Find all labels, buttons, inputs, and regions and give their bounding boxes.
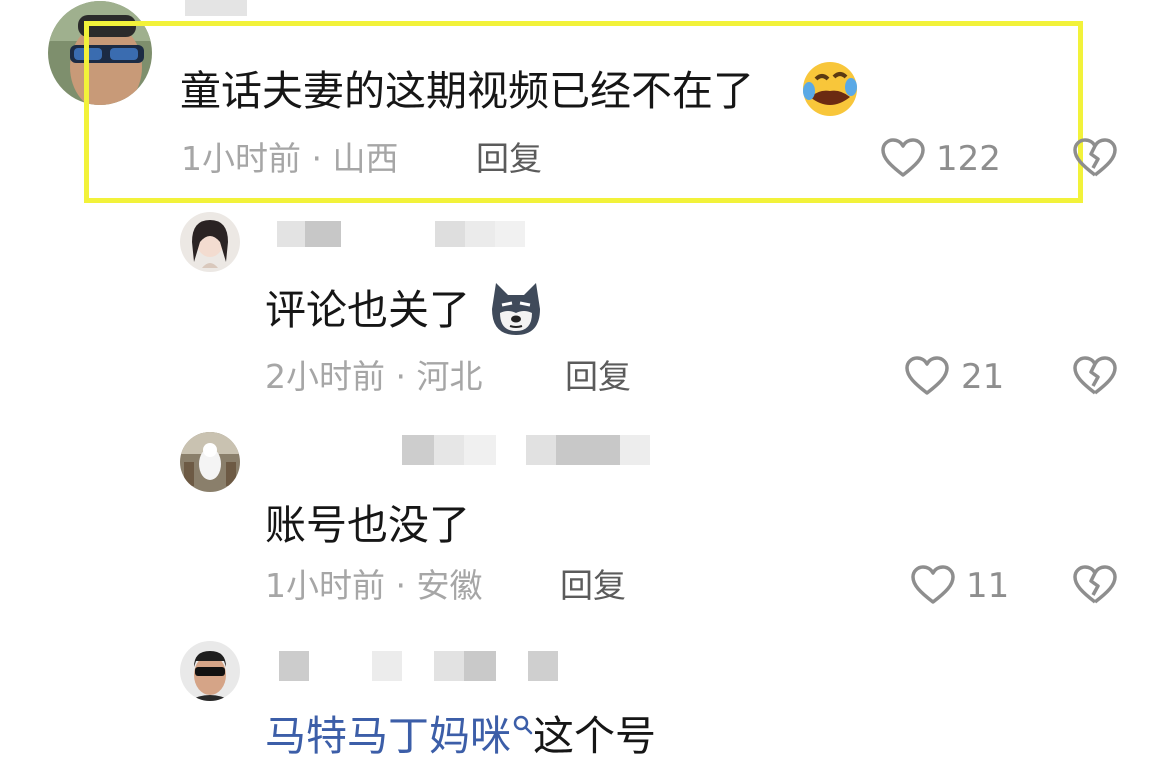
like-count: 21 xyxy=(961,357,1005,397)
username-blur xyxy=(495,221,525,247)
username-blur xyxy=(277,221,305,247)
avatar-commenter-4[interactable] xyxy=(180,641,240,701)
broken-heart-icon[interactable] xyxy=(1072,137,1118,179)
avatar-commenter-2[interactable] xyxy=(180,212,240,272)
like-count: 122 xyxy=(936,139,1001,179)
heart-icon[interactable] xyxy=(880,137,926,179)
username-blur xyxy=(435,221,465,247)
comment-meta: 1小时前 · 安徽 xyxy=(265,566,482,606)
username-blur xyxy=(528,651,558,681)
username-blur xyxy=(464,651,496,681)
husky-dog-emoji xyxy=(492,283,540,335)
username-blur xyxy=(305,221,341,247)
comment-time: 1小时前 xyxy=(265,566,385,605)
username-blur xyxy=(434,435,464,465)
username-blur xyxy=(620,435,650,465)
username-blur xyxy=(465,221,495,247)
username-blur xyxy=(556,435,620,465)
heart-icon[interactable] xyxy=(904,355,950,397)
comment-text: 评论也关了 xyxy=(265,286,470,334)
comment-text: 童话夫妻的这期视频已经不在了 xyxy=(180,67,754,115)
reply-button[interactable]: 回复 xyxy=(560,566,626,606)
comment-text: 账号也没了 xyxy=(265,501,470,549)
comment-location: 山西 xyxy=(332,139,399,178)
username-blur xyxy=(279,651,309,681)
username-blur xyxy=(402,435,434,465)
mention-link[interactable]: 马特马丁妈咪 xyxy=(265,712,511,760)
broken-heart-icon[interactable] xyxy=(1072,564,1118,606)
username-blur xyxy=(372,651,402,681)
comment-location: 河北 xyxy=(416,357,483,396)
username-blur xyxy=(434,651,464,681)
username-blur xyxy=(185,0,247,16)
meta-separator: · xyxy=(301,139,333,178)
search-icon[interactable] xyxy=(511,713,533,741)
rolling-laughing-emoji xyxy=(803,62,857,116)
comment-time: 2小时前 xyxy=(265,357,385,396)
broken-heart-icon[interactable] xyxy=(1072,355,1118,397)
reply-button[interactable]: 回复 xyxy=(476,139,542,179)
comment-text: 马特马丁妈咪 这个号 xyxy=(265,711,656,761)
username-blur xyxy=(526,435,556,465)
avatar-commenter-3[interactable] xyxy=(180,432,240,492)
comment-location: 安徽 xyxy=(416,566,483,605)
like-count: 11 xyxy=(966,566,1010,606)
reply-button[interactable]: 回复 xyxy=(565,357,631,397)
comment-meta: 2小时前 · 河北 xyxy=(265,357,482,397)
comment-time: 1小时前 xyxy=(181,139,301,178)
meta-separator: · xyxy=(385,357,417,396)
heart-icon[interactable] xyxy=(910,564,956,606)
username-blur xyxy=(464,435,496,465)
comment-text-after: 这个号 xyxy=(533,712,656,760)
meta-separator: · xyxy=(385,566,417,605)
comment-meta: 1小时前 · 山西 xyxy=(181,139,398,179)
